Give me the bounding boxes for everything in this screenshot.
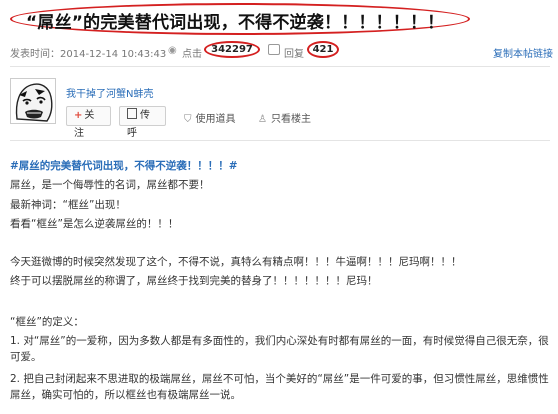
- post-line: 今天逛微博的时候突然发现了这个，不得不说，真特么有精点啊！！！牛逼啊！！！尼玛啊…: [10, 256, 462, 268]
- post-meta-bar: 发表时间：2014-12-14 10:43:43 ◉ 点击 342297 回复 …: [10, 41, 553, 62]
- meta-divider: [10, 66, 550, 67]
- replies-count: 421: [307, 41, 339, 58]
- topic-tag[interactable]: #屌丝的完美替代词出现，不得不逆袭！！！！#: [10, 158, 238, 173]
- share-button[interactable]: 传呼: [119, 106, 166, 139]
- plus-icon: +: [74, 110, 83, 121]
- post-line: 1. 对“屌丝”的一爱称，因为多数人都是有多面性的，我们内心深处有时都有屌丝的一…: [10, 335, 549, 363]
- avatar[interactable]: [10, 78, 56, 124]
- use-items-label: 使用道具: [195, 114, 236, 125]
- post-title: “屌丝”的完美替代词出现，不得不逆袭！！！！！！！: [26, 13, 445, 33]
- author-name[interactable]: 我干掉了河蟹N蚌壳: [66, 85, 153, 100]
- only-author-label: 只看楼主: [270, 114, 311, 125]
- pager-icon: [127, 108, 137, 119]
- post-line: 终于可以摆脱屌丝的称谓了，屌丝终于找到完美的替身了！！！！！！！尼玛！: [10, 275, 378, 287]
- copy-link-button[interactable]: 复制本帖链接: [493, 45, 553, 60]
- person-icon: ♙: [258, 114, 267, 125]
- toolbox-icon: ⛉: [184, 114, 192, 125]
- post-line: “框丝”的定义：: [10, 316, 84, 328]
- publish-time: 发表时间：2014-12-14 10:43:43: [10, 49, 167, 60]
- post-title-area: “屌丝”的完美替代词出现，不得不逆袭！！！！！！！: [0, 0, 558, 40]
- post-line: 最新神词：“框丝”出现！: [10, 199, 126, 211]
- views-label: 点击: [182, 49, 202, 60]
- post-line: 屌丝，是一个侮辱性的名词，屌丝都不要！: [10, 179, 210, 191]
- views-count: 342297: [204, 41, 260, 58]
- follow-button[interactable]: + 关注: [66, 106, 111, 139]
- only-author-link[interactable]: ♙ 只看楼主: [258, 110, 311, 125]
- use-items-link[interactable]: ⛉ 使用道具: [184, 110, 236, 125]
- comment-icon: [268, 44, 280, 55]
- post-line: 2. 把自己封闭起来不思进取的极端屌丝，屌丝不可怕，当个美好的“屌丝”是一件可爱…: [10, 373, 549, 401]
- meme-face-icon: [11, 79, 55, 123]
- eye-icon: ◉: [168, 45, 177, 56]
- author-divider: [10, 140, 550, 141]
- replies-label: 回复: [284, 49, 304, 60]
- post-line: 看看“框丝”是怎么逆袭屌丝的！！！: [10, 218, 179, 230]
